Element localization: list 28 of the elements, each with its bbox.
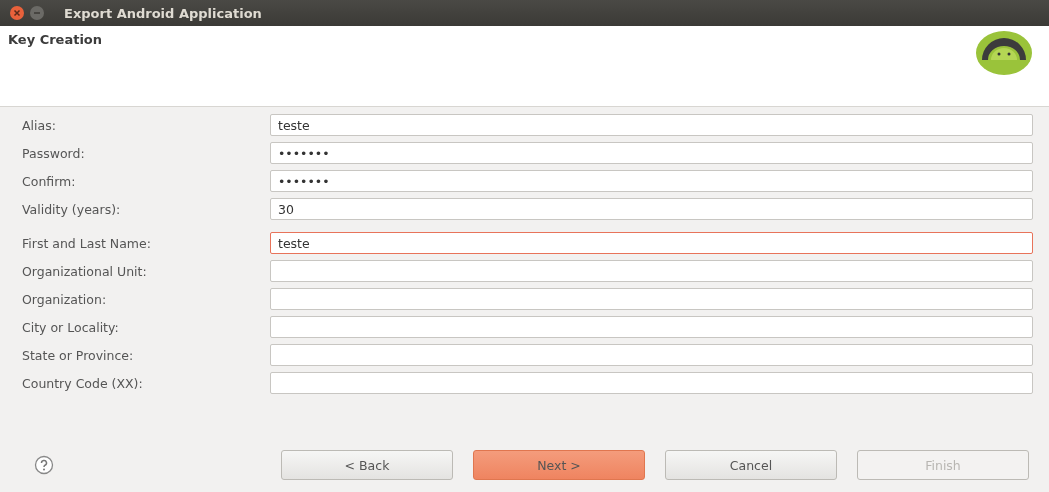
- field-label: First and Last Name:: [22, 235, 152, 251]
- input-field[interactable]: [270, 316, 1033, 338]
- field-label: Organization:: [22, 291, 108, 307]
- input-field[interactable]: [270, 288, 1033, 310]
- wizard-button[interactable]: < Back: [281, 450, 453, 480]
- input-field[interactable]: teste: [270, 232, 1033, 254]
- input-field[interactable]: [270, 372, 1033, 394]
- minimize-icon[interactable]: [30, 6, 44, 20]
- field-label: Country Code (XX):: [22, 375, 144, 391]
- field-label: Alias:: [22, 117, 57, 133]
- field-label: Password:: [22, 145, 86, 161]
- window-title: Export Android Application: [64, 5, 262, 21]
- input-field[interactable]: [270, 260, 1033, 282]
- help-icon[interactable]: [34, 455, 54, 475]
- wizard-button[interactable]: Cancel: [665, 450, 837, 480]
- input-field[interactable]: [270, 344, 1033, 366]
- input-field[interactable]: •••••••: [270, 170, 1033, 192]
- close-icon[interactable]: [10, 6, 24, 20]
- input-field[interactable]: 30: [270, 198, 1033, 220]
- field-label: Confirm:: [22, 173, 77, 189]
- page-title: Key Creation: [8, 32, 103, 47]
- android-logo-icon: [975, 30, 1033, 76]
- field-label: Organizational Unit:: [22, 263, 148, 279]
- field-label: State or Province:: [22, 347, 135, 363]
- input-field[interactable]: teste: [270, 114, 1033, 136]
- field-label: Validity (years):: [22, 201, 122, 217]
- field-label: City or Locality:: [22, 319, 120, 335]
- input-field[interactable]: •••••••: [270, 142, 1033, 164]
